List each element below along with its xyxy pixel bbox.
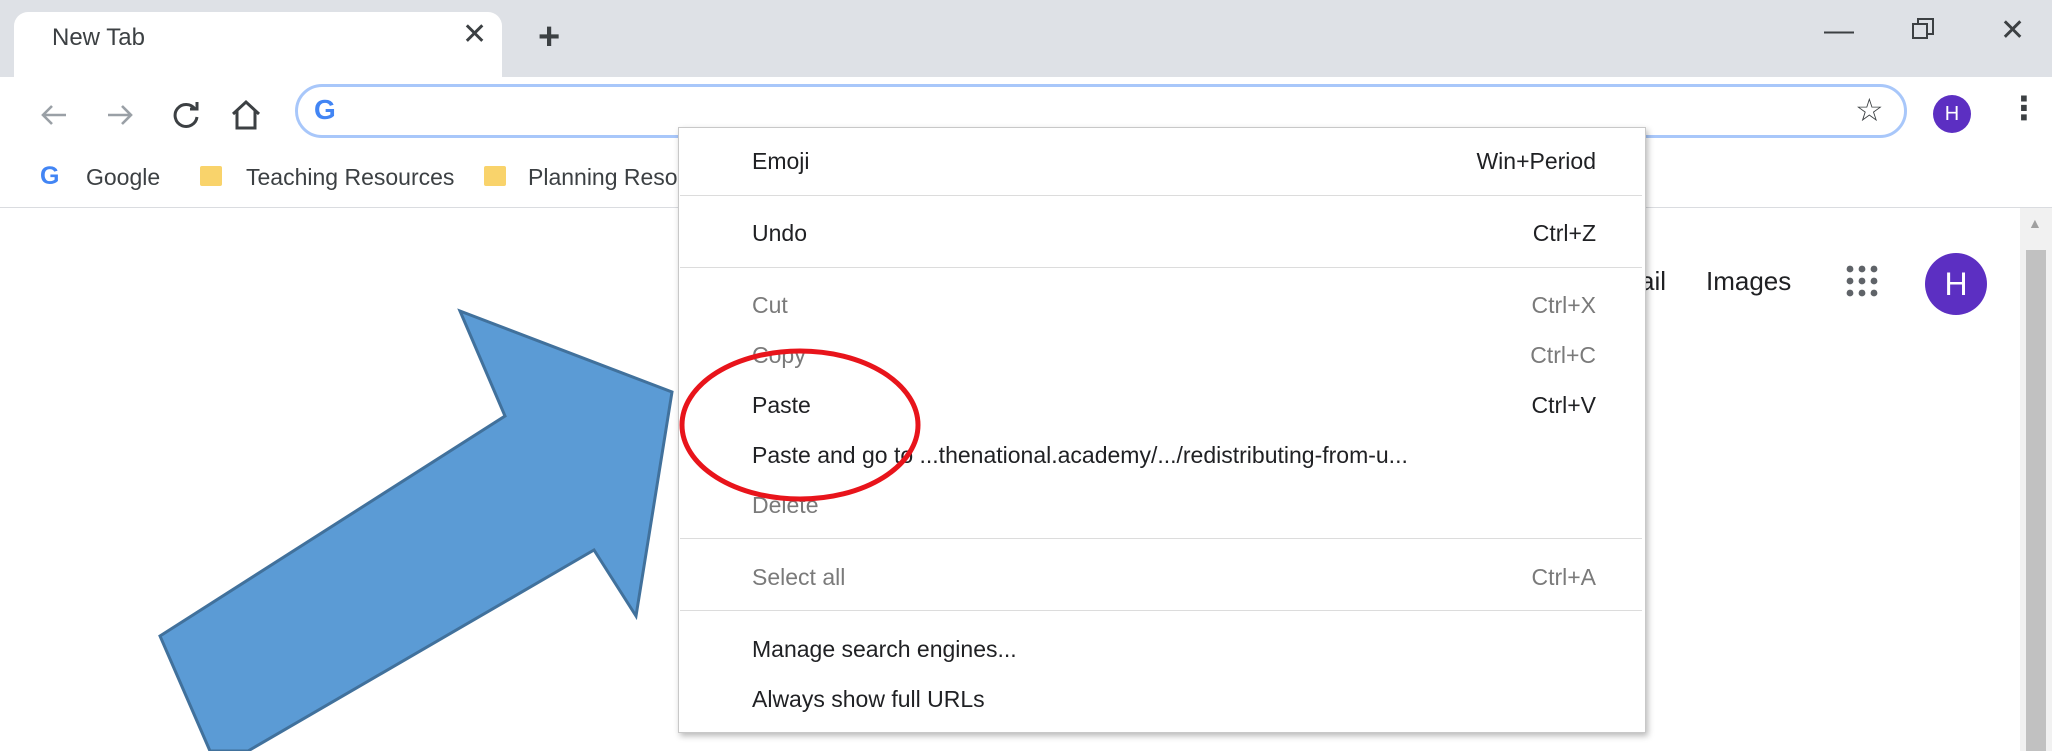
restore-icon[interactable] [1910,16,1936,48]
account-avatar[interactable]: H [1925,253,1987,315]
scroll-up-icon[interactable]: ▲ [2028,216,2042,230]
window-close-icon[interactable]: ✕ [2000,16,2025,46]
plus-icon[interactable]: + [538,18,560,56]
reload-icon[interactable] [168,97,208,133]
folder-icon [200,166,222,186]
bookmark-teaching-resources[interactable]: Teaching Resources [246,164,454,191]
menu-item-paste[interactable]: Paste [752,392,811,419]
folder-icon [484,166,506,186]
menu-item-delete[interactable]: Delete [752,492,818,519]
menu-item-select-all[interactable]: Select all [752,564,845,591]
kebab-menu-icon[interactable]: ⋮ [2008,92,2040,124]
scrollbar-thumb[interactable] [2026,250,2046,751]
menu-item-paste-and-go[interactable]: Paste and go to ...thenational.academy/.… [752,442,1408,469]
star-icon[interactable]: ☆ [1855,94,1884,126]
menu-separator [680,267,1642,268]
back-icon[interactable] [36,97,76,133]
tab-title: New Tab [52,24,145,51]
menu-item-copy[interactable]: Copy [752,342,806,369]
google-g-icon: G [40,162,60,190]
menu-item-undo[interactable]: Undo [752,220,807,247]
annotation-arrow [158,308,674,751]
apps-grid-icon[interactable] [1845,264,1879,303]
bookmark-planning-resources[interactable]: Planning Reso [528,164,678,191]
menu-item-emoji[interactable]: Emoji [752,148,810,175]
menu-item-always-show-full-urls[interactable]: Always show full URLs [752,686,985,713]
google-g-icon: G [314,94,336,125]
minimize-icon[interactable]: — [1824,16,1854,46]
menu-shortcut-copy: Ctrl+C [1530,342,1596,368]
menu-shortcut-paste: Ctrl+V [1531,392,1596,418]
close-icon[interactable]: ✕ [462,20,487,50]
forward-icon[interactable] [102,97,142,133]
menu-shortcut-cut: Ctrl+X [1531,292,1596,318]
menu-separator [680,195,1642,196]
menu-item-manage-search-engines[interactable]: Manage search engines... [752,636,1017,663]
profile-avatar[interactable]: H [1933,95,1971,133]
bookmark-google[interactable]: Google [86,164,160,191]
menu-separator [680,610,1642,611]
menu-shortcut-emoji: Win+Period [1476,148,1596,174]
menu-shortcut-select-all: Ctrl+A [1531,564,1596,590]
images-link[interactable]: Images [1706,266,1791,297]
home-icon[interactable] [228,97,268,133]
menu-separator [680,538,1642,539]
menu-shortcut-undo: Ctrl+Z [1532,220,1596,246]
menu-item-cut[interactable]: Cut [752,292,788,319]
